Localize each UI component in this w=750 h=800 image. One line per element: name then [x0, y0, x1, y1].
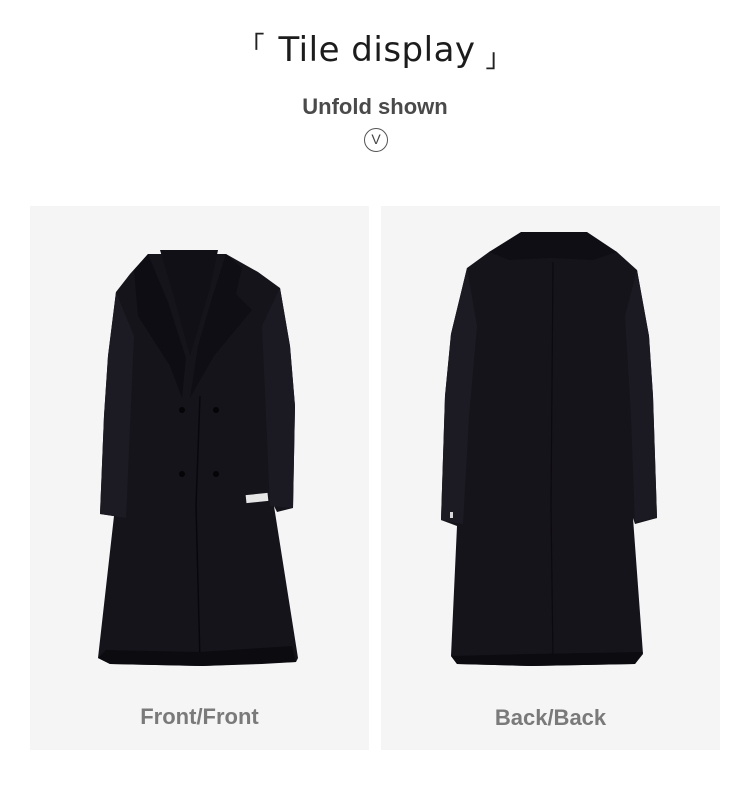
bracket-right: 」 — [485, 43, 512, 74]
product-image-front[interactable]: Front/Front — [30, 206, 369, 750]
back-caption: Back/Back — [494, 705, 607, 730]
section-header: 「 Tile display 」 Unfold shown V — [0, 0, 750, 200]
bracket-left: 「 — [238, 31, 265, 62]
section-title: Tile display — [278, 30, 476, 70]
section-subtitle: Unfold shown — [302, 94, 448, 119]
expand-chevron-icon[interactable]: V — [364, 128, 388, 152]
front-caption: Front/Front — [140, 704, 259, 729]
title-row: 「 Tile display 」 — [0, 30, 750, 74]
product-image-back[interactable]: Back/Back — [381, 206, 720, 750]
coat-front-image — [98, 250, 298, 666]
coat-back-image — [441, 232, 657, 666]
